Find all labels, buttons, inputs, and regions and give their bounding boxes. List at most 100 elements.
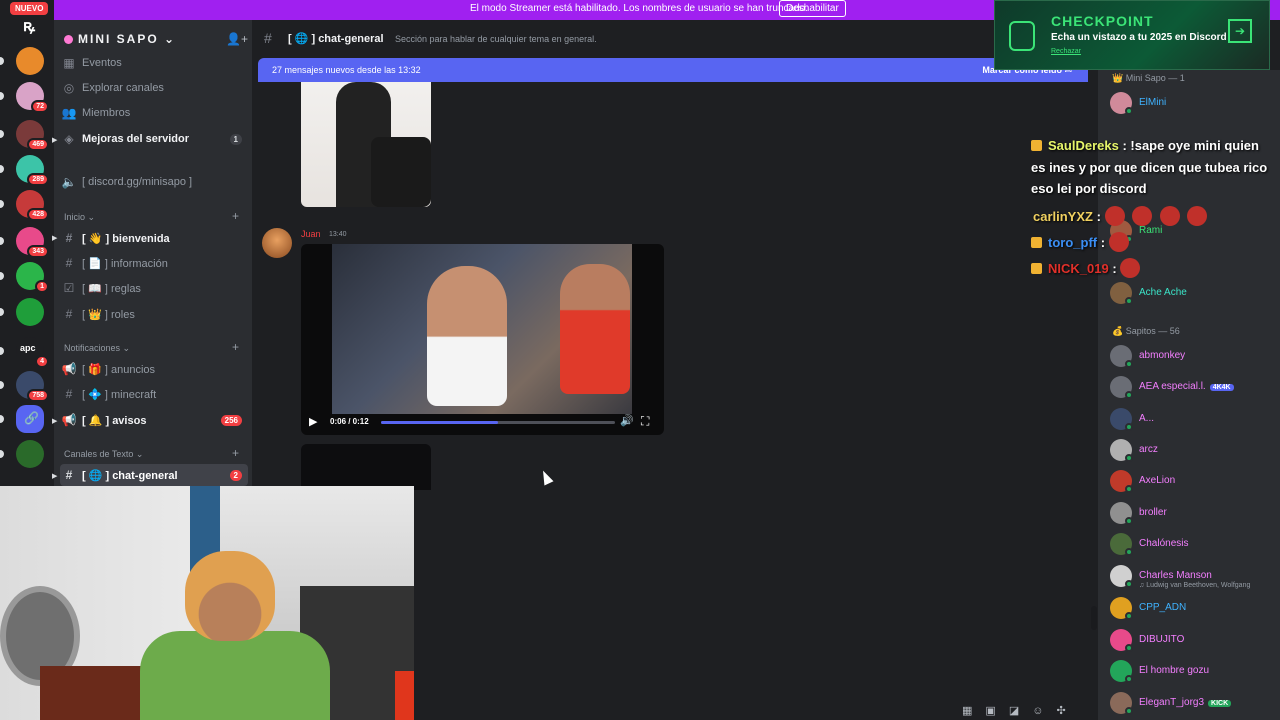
nav-explorar-canales[interactable]: ◎ Explorar canales: [60, 77, 248, 99]
server-name-dropdown[interactable]: MINI SAPO ⌄: [64, 32, 176, 46]
nav-mejoras[interactable]: ◈ Mejoras del servidor 1: [60, 128, 248, 150]
image-attachment[interactable]: [301, 82, 431, 207]
member-item[interactable]: El hombre gozu: [1110, 660, 1280, 684]
server-icon[interactable]: 343: [16, 227, 49, 258]
new-messages-bar[interactable]: 27 mensajes nuevos desde las 13:32 Marca…: [258, 58, 1088, 82]
mention-badge: 343: [27, 245, 49, 258]
server-icon[interactable]: 469: [16, 120, 49, 151]
server-icon[interactable]: 428: [16, 190, 49, 221]
member-item[interactable]: Chalónesis: [1110, 533, 1280, 557]
member-item[interactable]: ElMini: [1110, 92, 1280, 116]
add-channel-icon[interactable]: +: [232, 209, 239, 223]
server-icon[interactable]: 758: [16, 371, 49, 402]
unread-arrow: ▶: [52, 418, 58, 425]
member-activity: ♫ Ludwig van Beethoven, Wolfgang: [1139, 582, 1251, 589]
status-online-icon: [1125, 107, 1133, 115]
gif-icon[interactable]: ▣: [985, 705, 995, 717]
category-inicio[interactable]: Inicio ⌄: [64, 212, 95, 223]
volume-icon[interactable]: 🔊: [620, 414, 634, 427]
message-author[interactable]: Juan: [301, 229, 321, 239]
scrollbar[interactable]: [1091, 606, 1097, 630]
video-person: [560, 264, 630, 394]
emote-icon: [1159, 206, 1180, 226]
emoji-icon[interactable]: ☺: [1032, 705, 1043, 717]
image-attachment[interactable]: [301, 444, 431, 490]
server-icon[interactable]: 72: [16, 82, 49, 113]
member-name: El hombre gozu: [1139, 665, 1209, 676]
apps-icon[interactable]: ✣: [1056, 705, 1065, 717]
channel-informacion[interactable]: # [ 📄 ] información: [60, 252, 248, 274]
server-icon[interactable]: 1: [16, 262, 49, 293]
member-name-text: A...: [1139, 413, 1155, 424]
add-channel-icon[interactable]: +: [232, 446, 239, 460]
calendar-icon: ▦: [63, 56, 75, 70]
chat-text: :: [1100, 235, 1106, 250]
invite-people-icon[interactable]: 👤+: [226, 32, 248, 46]
member-item[interactable]: arcz: [1110, 439, 1280, 463]
hash-icon: #: [65, 256, 73, 270]
unread-arrow: ▶: [52, 137, 58, 144]
avatar[interactable]: [262, 228, 292, 258]
member-name: Rami: [1139, 225, 1162, 236]
unread-arrow: ▶: [52, 235, 58, 242]
member-item[interactable]: broller: [1110, 502, 1280, 526]
channel-minecraft[interactable]: # [ 💠 ] minecraft: [60, 383, 248, 405]
checkpoint-title: CHECKPOINT: [1051, 13, 1154, 29]
gift-icon[interactable]: ▦: [962, 705, 972, 717]
member-name: A...: [1139, 413, 1154, 424]
member-name-text: AxeLion: [1139, 475, 1176, 486]
server-icon[interactable]: apc 4: [16, 337, 49, 368]
group-label: Sapitos — 56: [1125, 326, 1180, 336]
channel-avisos[interactable]: 📢 [ 🔔 ] avisos 256: [60, 409, 248, 431]
hash-icon: #: [264, 30, 272, 46]
channel-chat-general[interactable]: # [ 🌐 ] chat-general 2: [60, 464, 248, 486]
member-item[interactable]: Ache Ache: [1110, 282, 1280, 306]
member-name-text: arcz: [1139, 444, 1158, 455]
member-item[interactable]: Charles Manson ♫ Ludwig van Beethoven, Wo…: [1110, 565, 1280, 589]
add-channel-icon[interactable]: +: [232, 340, 239, 354]
nav-label: Explorar canales: [82, 82, 164, 94]
checkpoint-banner[interactable]: CHECKPOINT Echa un vistazo a tu 2025 en …: [994, 0, 1270, 70]
member-item[interactable]: EleganT_jorg3 KICK: [1110, 692, 1280, 716]
channel-anuncios[interactable]: 📢 [ 🎁 ] anuncios: [60, 358, 248, 380]
nav-eventos[interactable]: ▦ Eventos: [60, 52, 248, 74]
member-item[interactable]: abmonkey: [1110, 345, 1280, 369]
checkpoint-dismiss-link[interactable]: Rechazar: [1051, 48, 1081, 55]
disable-streamer-button[interactable]: Deshabilitar: [779, 0, 846, 17]
member-item[interactable]: AEA especial.l. 4K4K: [1110, 376, 1280, 400]
channel-invite[interactable]: 🔈 [ discord.gg/minisapo ]: [60, 171, 248, 193]
status-online-icon: [1125, 612, 1133, 620]
server-icon[interactable]: 289: [16, 155, 49, 186]
server-icon[interactable]: [16, 298, 44, 326]
channel-label: [ 👋 ] bienvenida: [82, 232, 170, 245]
discord-home-icon[interactable]: ꝶ: [19, 14, 39, 35]
category-notificaciones[interactable]: Notificaciones ⌄: [64, 343, 130, 354]
member-item[interactable]: AxeLion: [1110, 470, 1280, 494]
member-name-text: Rami: [1139, 225, 1163, 236]
nav-label: Mejoras del servidor: [82, 133, 189, 145]
sticker-icon[interactable]: ◪: [1009, 705, 1019, 717]
member-name: Chalónesis: [1139, 538, 1188, 549]
server-icon[interactable]: 🔗: [16, 405, 44, 433]
server-icon[interactable]: [16, 47, 44, 75]
channel-header: # [ 🌐 ] chat-general Sección para hablar…: [252, 20, 1098, 58]
status-online-icon: [1125, 297, 1133, 305]
member-item[interactable]: CPP_ADN: [1110, 597, 1280, 621]
video-player[interactable]: ▶ 0:06 / 0:12 🔊 ⛶: [301, 244, 664, 435]
fullscreen-icon[interactable]: ⛶: [641, 414, 649, 429]
cam-person-head: [185, 551, 275, 641]
video-seek-bar[interactable]: [381, 421, 615, 424]
photo-bag: [371, 137, 431, 207]
category-canales-texto[interactable]: Canales de Texto ⌄: [64, 449, 143, 460]
channel-reglas[interactable]: ☑ [ 📖 ] reglas: [60, 277, 248, 299]
server-icon[interactable]: [16, 440, 44, 468]
play-icon[interactable]: ▶: [309, 415, 317, 428]
member-item[interactable]: DIBUJITO: [1110, 629, 1280, 653]
status-online-icon: [1125, 517, 1133, 525]
channel-bienvenida[interactable]: # [ 👋 ] bienvenida: [60, 227, 248, 249]
member-item[interactable]: A...: [1110, 408, 1280, 432]
nav-miembros[interactable]: 👥 Miembros: [60, 102, 248, 124]
rules-icon: ☑: [63, 281, 75, 295]
channel-roles[interactable]: # [ 👑 ] roles: [60, 303, 248, 325]
arrow-right-icon[interactable]: ➔: [1228, 19, 1252, 43]
